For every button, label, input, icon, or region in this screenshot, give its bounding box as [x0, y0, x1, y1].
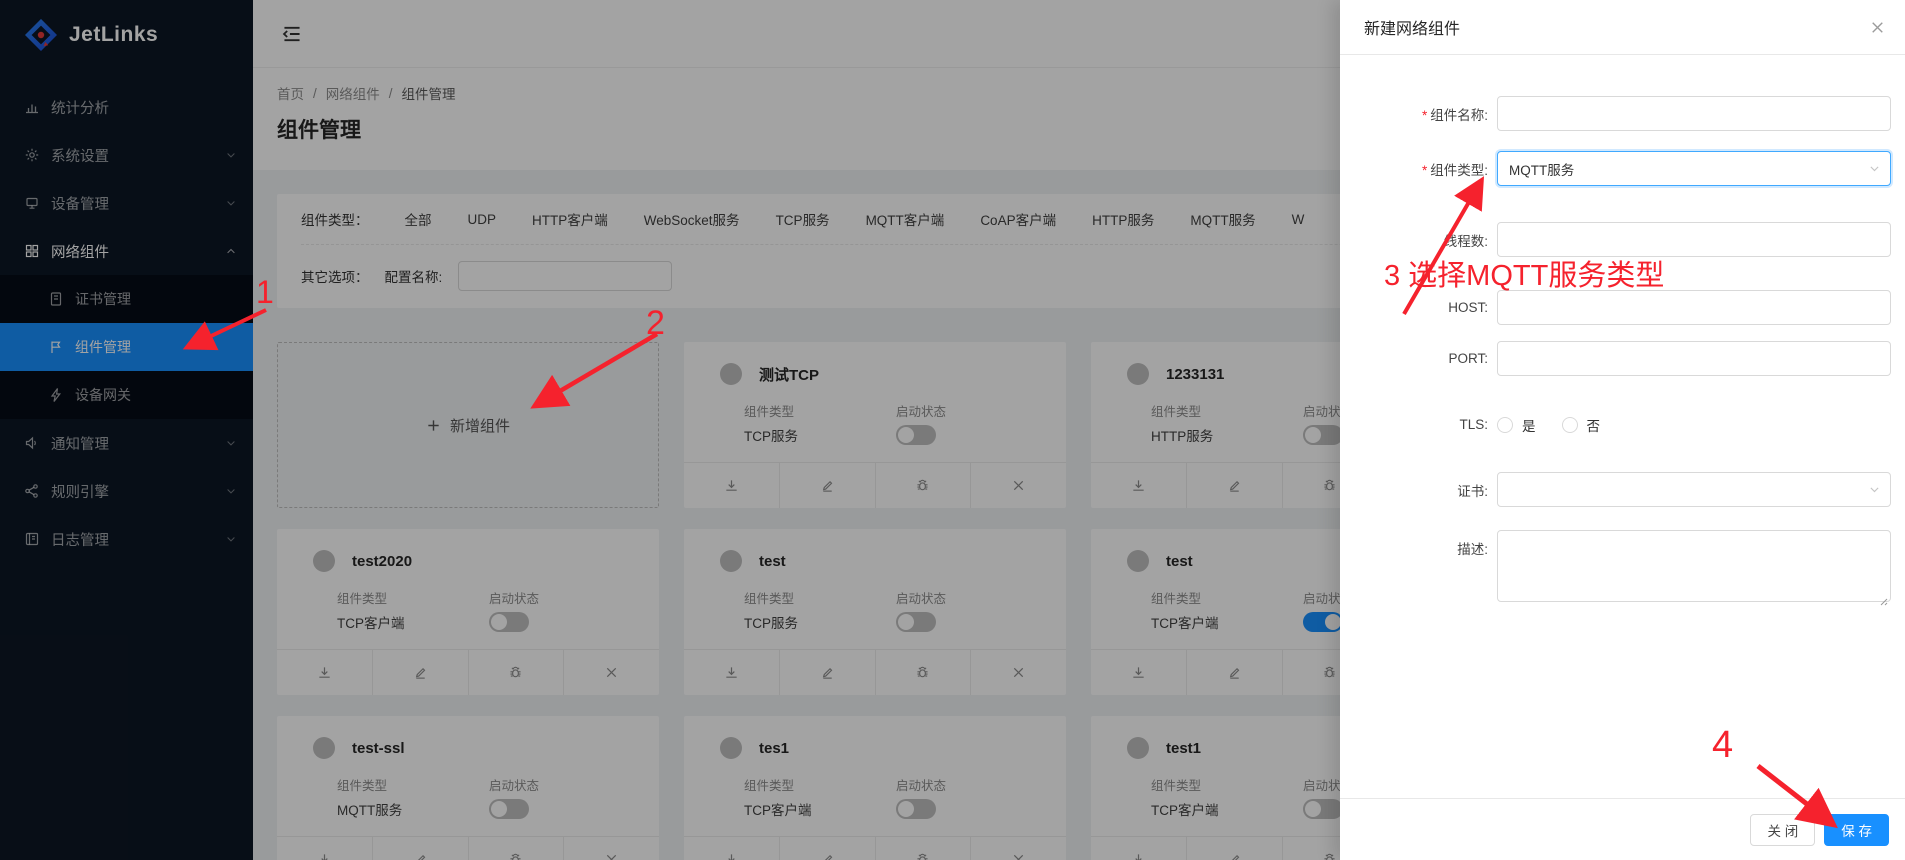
field-row-port: PORT:	[1340, 341, 1891, 376]
description-textarea[interactable]	[1497, 530, 1891, 602]
save-button[interactable]: 保 存	[1824, 814, 1889, 846]
certificate-label: 证书:	[1340, 480, 1497, 500]
tls-yes-radio[interactable]	[1497, 417, 1513, 433]
field-row-cert: 证书:	[1340, 472, 1891, 507]
component-type-field-label: *组件类型:	[1340, 159, 1497, 179]
required-asterisk: *	[1422, 163, 1427, 178]
drawer-title: 新建网络组件	[1364, 15, 1460, 39]
port-label: PORT:	[1340, 351, 1497, 366]
chevron-down-icon	[1868, 483, 1881, 496]
field-row-threads: 线程数:	[1340, 222, 1891, 257]
certificate-select[interactable]	[1497, 472, 1891, 507]
drawer-mask[interactable]	[0, 0, 1340, 860]
field-row-name: *组件名称:	[1340, 96, 1891, 131]
component-name-input[interactable]	[1497, 96, 1891, 131]
drawer-footer: 关 闭 保 存	[1340, 798, 1905, 860]
close-icon[interactable]	[1869, 19, 1886, 36]
threads-input[interactable]	[1497, 222, 1891, 257]
field-row-desc: 描述:	[1340, 530, 1891, 602]
component-type-select[interactable]: MQTT服务	[1497, 151, 1891, 186]
create-component-drawer: 新建网络组件 *组件名称: *组件类型: MQTT服务 线程数: HOST: P…	[1340, 0, 1905, 860]
tls-label: TLS:	[1340, 417, 1497, 432]
required-asterisk: *	[1422, 108, 1427, 123]
field-row-type: *组件类型: MQTT服务	[1340, 151, 1891, 186]
close-button[interactable]: 关 闭	[1750, 814, 1815, 846]
field-row-host: HOST:	[1340, 290, 1891, 325]
tls-no-radio[interactable]	[1562, 417, 1578, 433]
host-input[interactable]	[1497, 290, 1891, 325]
chevron-down-icon	[1868, 162, 1881, 175]
component-type-select-value: MQTT服务	[1509, 159, 1574, 179]
resize-grip-icon[interactable]	[1878, 596, 1888, 606]
port-input[interactable]	[1497, 341, 1891, 376]
component-name-label: *组件名称:	[1340, 104, 1497, 124]
tls-no-label: 否	[1587, 415, 1601, 435]
threads-label: 线程数:	[1340, 230, 1497, 250]
app-root: JetLinks 统计分析系统设置设备管理网络组件证书管理组件管理设备网关通知管…	[0, 0, 1905, 860]
description-label: 描述:	[1340, 538, 1497, 558]
tls-yes-label: 是	[1522, 415, 1536, 435]
drawer-header: 新建网络组件	[1340, 0, 1905, 55]
field-row-tls: TLS: 是 否	[1340, 407, 1891, 442]
host-label: HOST:	[1340, 300, 1497, 315]
